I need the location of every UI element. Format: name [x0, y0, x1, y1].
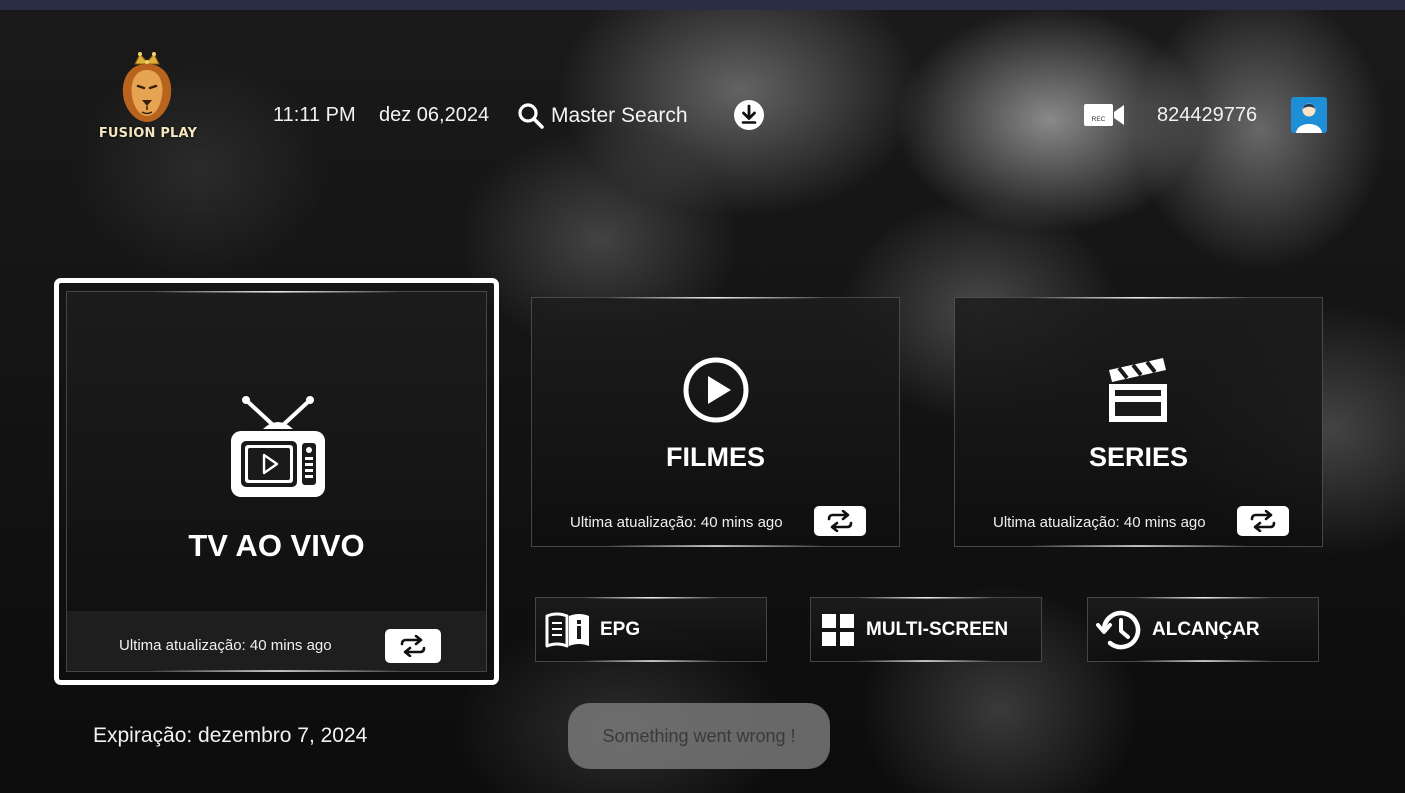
expiration-date: Expiração: dezembro 7, 2024	[93, 724, 368, 747]
last-updated-text: Ultima atualização: 40 mins ago	[119, 637, 332, 654]
tile-tv-ao-vivo[interactable]: TV AO VIVO Ultima atualização: 40 mins a…	[66, 291, 487, 672]
master-search-button[interactable]: Master Search	[517, 100, 688, 132]
play-circle-icon	[683, 357, 749, 423]
lion-logo-icon	[122, 52, 172, 122]
recordings-button[interactable]: REC	[1083, 101, 1125, 129]
refresh-icon	[400, 635, 426, 657]
master-search-label: Master Search	[551, 104, 688, 127]
error-toast: Something went wrong !	[568, 703, 830, 769]
brand-name: FUSION PLAY	[98, 126, 198, 141]
tile-series[interactable]: SERIES Ultima atualização: 40 mins ago	[954, 297, 1323, 547]
tile-title: FILMES	[666, 442, 765, 472]
download-button[interactable]	[733, 99, 765, 131]
tile-title: MULTI-SCREEN	[866, 618, 1009, 640]
current-time: 11:11 PM	[273, 104, 356, 126]
tile-alcancar[interactable]: ALCANÇAR	[1087, 597, 1319, 662]
refresh-live-button[interactable]	[385, 629, 441, 663]
book-info-icon	[545, 612, 589, 647]
download-icon	[734, 100, 764, 130]
tv-icon	[231, 396, 325, 497]
last-updated-text: Ultima atualização: 40 mins ago	[993, 514, 1206, 531]
user-avatar-button[interactable]	[1291, 97, 1327, 133]
window-top-bar	[0, 0, 1405, 10]
account-number: 824429776	[1157, 104, 1258, 126]
grid-icon	[822, 613, 854, 646]
refresh-movies-button[interactable]	[814, 506, 866, 536]
clapperboard-icon	[1109, 358, 1167, 422]
user-avatar-icon	[1291, 97, 1327, 133]
refresh-series-button[interactable]	[1237, 506, 1289, 536]
tile-multi-screen[interactable]: MULTI-SCREEN	[810, 597, 1042, 662]
refresh-icon	[1250, 510, 1276, 532]
search-icon	[518, 103, 544, 129]
rec-camera-icon: REC	[1084, 104, 1124, 126]
tile-title: TV AO VIVO	[188, 528, 365, 563]
refresh-icon	[827, 510, 853, 532]
app-logo: FUSION PLAY	[98, 50, 198, 146]
tile-filmes[interactable]: FILMES Ultima atualização: 40 mins ago	[531, 297, 900, 547]
tile-title: EPG	[600, 618, 641, 640]
history-clock-icon	[1096, 610, 1141, 649]
last-updated-text: Ultima atualização: 40 mins ago	[570, 514, 783, 531]
tile-title: SERIES	[1088, 442, 1189, 472]
rec-badge-text: REC	[1092, 116, 1106, 123]
current-date: dez 06,2024	[379, 104, 490, 126]
tile-epg[interactable]: EPG	[535, 597, 767, 662]
tile-title: ALCANÇAR	[1152, 618, 1260, 640]
